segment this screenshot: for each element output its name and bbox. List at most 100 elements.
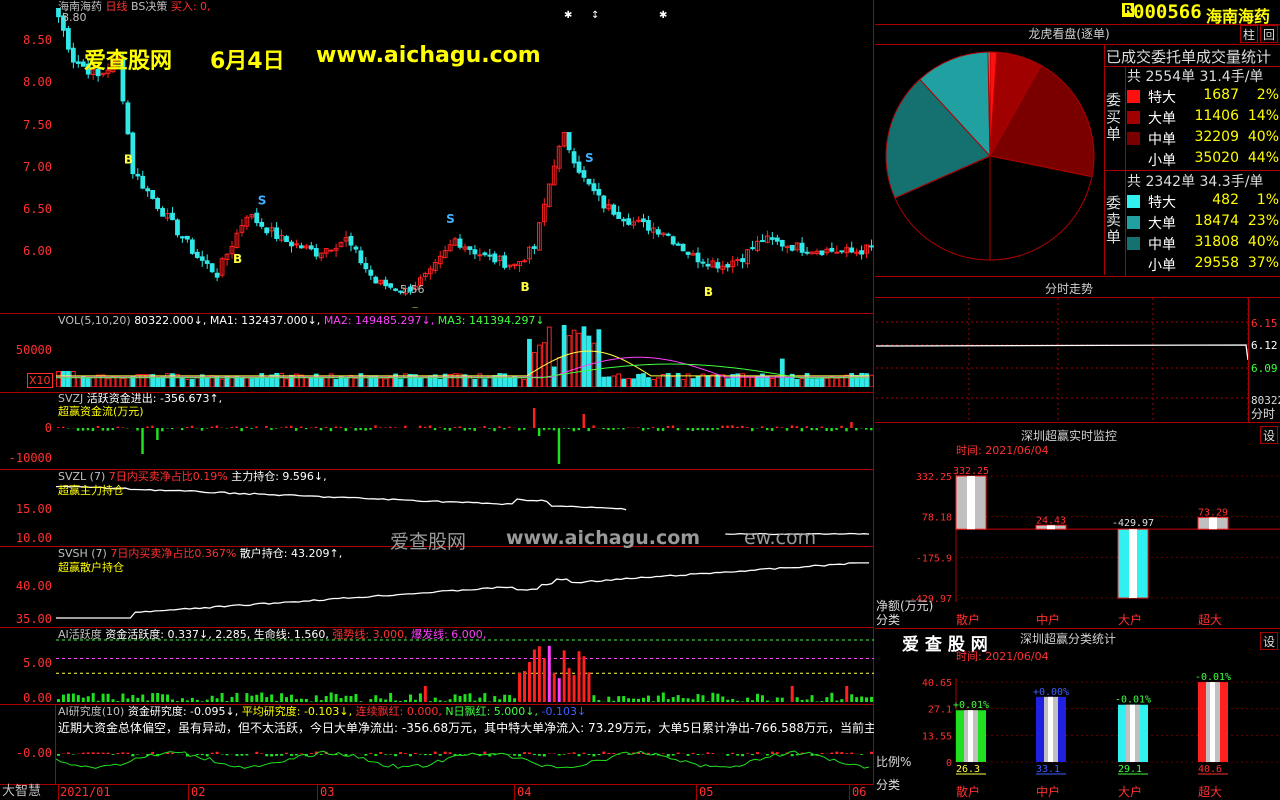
candle-body [680,243,686,252]
ai-research-bar [220,754,224,755]
volume-bar [670,376,676,387]
intraday-vol-label: 分时 [1251,407,1276,421]
candle-body [774,237,780,242]
ai-active-bar [161,694,165,702]
ai-research-bar [171,752,174,754]
ai-research-bar [770,751,774,754]
svzj-chart[interactable] [56,400,874,466]
class-settings-button[interactable]: 设 [1260,632,1278,650]
candle-body [586,178,592,185]
svzj-bar [61,426,65,428]
ai-active-bar [627,698,631,702]
ai-active-bar [532,649,536,702]
candle-body [611,204,617,215]
ai-active-bar [582,656,586,702]
ai-active-bar [156,692,160,702]
candle-body [799,242,805,253]
ai-active-chart[interactable] [56,638,874,702]
ai-active-bar [696,694,700,702]
svsh-axis-0: 40.00 [15,579,52,593]
ai-active-bar [91,692,95,702]
ai-research-bar [131,754,135,757]
monitor-bar-chart[interactable]: 332.2578.18-175.9-429.97332.25散户24.43中户-… [876,456,1280,628]
svzj-bar [562,428,566,429]
intraday-chart[interactable] [876,298,1248,422]
back-button[interactable]: 回 [1260,25,1278,43]
ai-research-bar [111,754,115,755]
svzj-title: SVZJ [58,392,84,405]
low-price-label: 5.56 [400,283,425,296]
stock-code-box[interactable]: R 000566 海南海药 [1118,0,1280,26]
ai-active-bar [171,699,174,702]
svzj-axis-1: -10000 [8,451,52,465]
bar-toggle-button[interactable]: 柱 [1240,25,1258,43]
svzj-bar [374,425,377,428]
svsh-desc: 7日内买卖净占比0.367% [110,547,237,560]
volume-bar [869,374,874,387]
ai-research-bar [57,754,60,756]
ai-active-bar [706,701,710,702]
ai-research-bar [830,752,834,754]
ai-research-bar [532,754,536,756]
volume-bar [90,377,96,387]
volume-bar [532,351,537,387]
ai-active-bar [542,658,546,702]
ai-active-v4: 强势线: 3.000, [332,628,408,641]
monitor-settings-button[interactable]: 设 [1260,426,1278,444]
ai-active-bar [493,696,497,702]
svzj-bar [146,426,149,428]
volume-bar [769,378,775,387]
buy-total: 共 2554单 31.4手/单 [1127,69,1264,85]
svzj-bar [468,428,471,430]
monitor-bar-highlight [1209,517,1217,530]
svsh-chart[interactable] [56,556,874,624]
volume-bar [140,374,146,387]
svzj-bar [111,428,115,431]
ai-research-chart[interactable] [56,738,874,784]
ai-research-bar [448,752,452,754]
ai-research-bar [433,751,437,754]
svzj-bar [691,428,695,431]
ai-research-bar [860,754,864,755]
svzj-bar [448,428,452,431]
volume-bar [819,377,825,387]
watermark-url: www.aichagu.com [316,43,541,68]
vol-ma3: MA3: 141394.297↓ [437,314,545,327]
volume-bar [66,371,71,387]
candle-body [209,263,215,273]
ai-research-bar [309,753,313,754]
svzj-bar [369,428,372,430]
volume-bar [472,378,478,387]
ai-research-bar [290,754,293,756]
ai-research-bar [423,754,427,756]
ai-active-bar [180,698,184,702]
class-bar-chart[interactable]: 40.65 27.1 13.55 0 +0.01% 26.3 散户 +0.00% 33.1 中户 -… [876,664,1280,800]
svzj-bar [557,428,561,464]
ai-research-bar [404,753,408,754]
svzj-bar [453,427,457,428]
lhkp-title: 龙虎看盘(逐单) [1028,27,1110,41]
buy-row: 大单 11406 14% [1127,108,1279,128]
volume-bar [641,373,646,387]
class-title: 深圳超赢分类统计 [1020,632,1117,646]
svzl-axis-1: 10.00 [15,531,52,545]
class-cat-label: 分类 [876,778,901,792]
ai-active-bar [661,692,665,702]
time-axis-3: 03 [320,785,335,799]
ai-research-bar [394,754,398,757]
volume-bar [596,329,602,387]
svzj-bar [671,425,675,428]
ai-research-bar [319,754,323,756]
svzj-bar [101,428,105,431]
ai-research-bar [562,754,566,755]
volume-chart[interactable] [56,325,874,387]
candle-body [358,250,364,264]
ai-active-bar [106,693,110,702]
class-change-label: +0.00% [1033,687,1069,698]
candle-body [601,195,607,209]
sell-marker: S [585,151,594,165]
pie-chart[interactable] [880,50,1100,270]
vol-title: VOL(5,10,20) [58,314,131,327]
vol-axis: 50000 [15,343,52,357]
candle-body [467,246,473,250]
